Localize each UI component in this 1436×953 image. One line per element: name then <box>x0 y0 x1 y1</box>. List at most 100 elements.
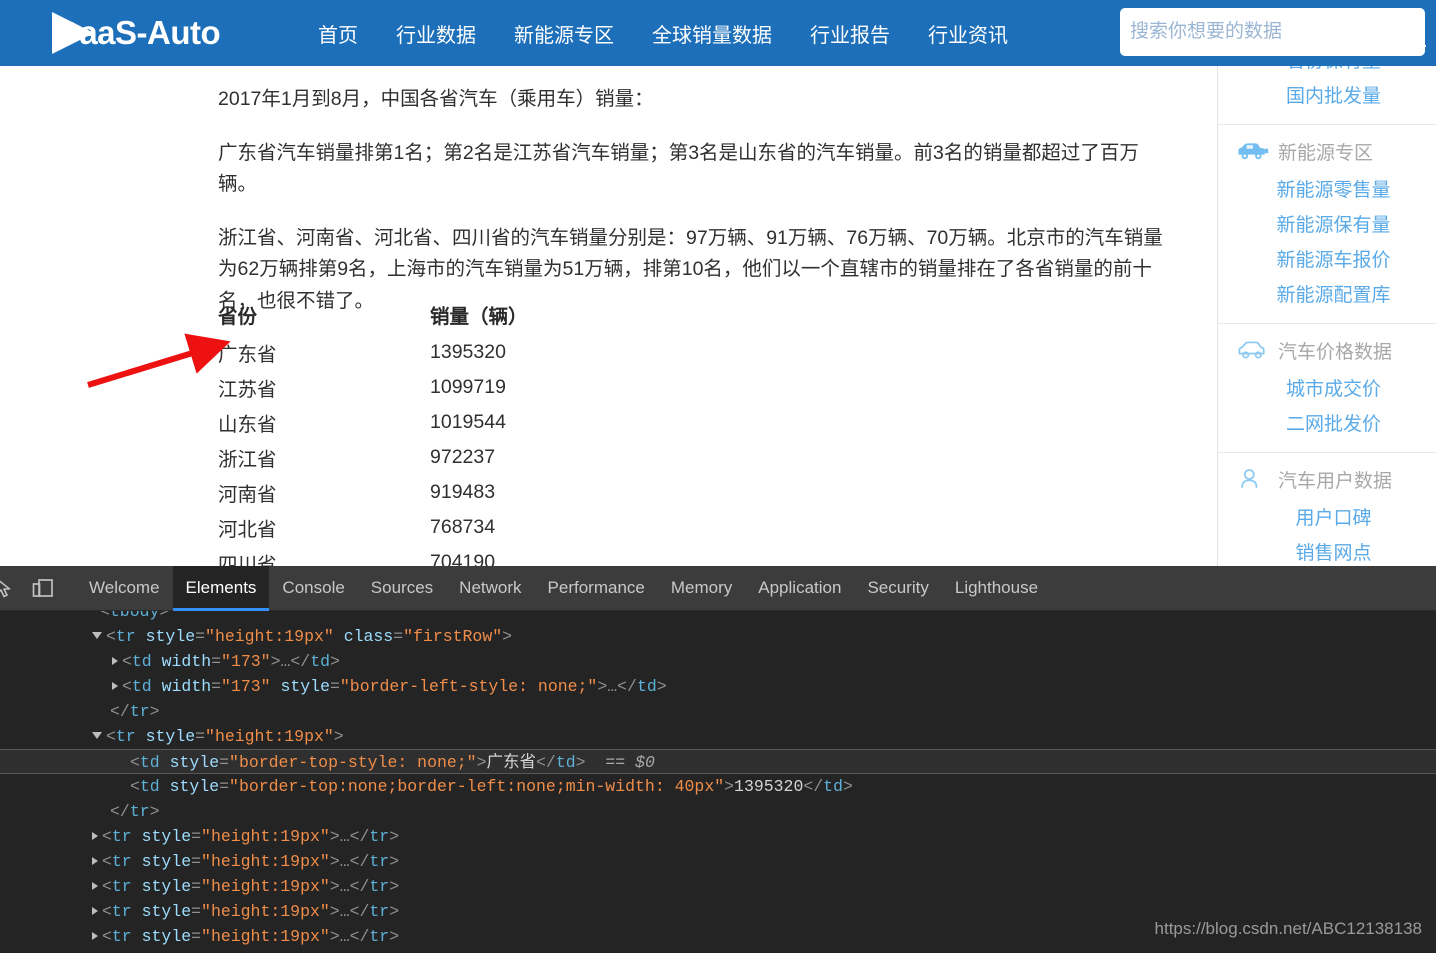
code-token-punct: > <box>329 927 340 946</box>
table-row[interactable]: 浙江省 972237 <box>218 440 638 475</box>
tab-sources[interactable]: Sources <box>358 566 446 611</box>
table-row[interactable]: 河南省 919483 <box>218 475 638 510</box>
nav-item-new-energy[interactable]: 新能源专区 <box>514 19 614 48</box>
code-token-punct: = <box>219 753 230 772</box>
nav-item-industry-data[interactable]: 行业数据 <box>396 19 476 48</box>
code-token-dollar: == $0 <box>585 753 655 772</box>
table-header-row: 省份 销量（辆） <box>218 298 638 335</box>
rail-head-title: 汽车用户数据 <box>1278 470 1393 492</box>
dom-node-line[interactable]: <tr style="height:19px">…</tr> <box>0 824 1436 849</box>
rail-head-new-energy: 新能源专区 <box>1218 125 1436 171</box>
cell-province: 河北省 <box>218 519 277 541</box>
dom-node-line[interactable]: <tr style="height:19px">…</tr> <box>0 949 1436 953</box>
code-token-ellipsis: … <box>339 902 350 921</box>
tab-performance[interactable]: Performance <box>535 566 658 611</box>
nav-item-global-sales[interactable]: 全球销量数据 <box>652 19 772 48</box>
rail-link-second-net-wholesale-price[interactable]: 二网批发价 <box>1246 405 1421 440</box>
rail-group-price-data: 汽车价格数据 城市成交价 二网批发价 <box>1218 324 1436 453</box>
rail-link-city-transaction-price[interactable]: 城市成交价 <box>1246 370 1421 405</box>
code-token-tag: tr <box>369 877 390 896</box>
expand-triangle-closed-icon[interactable] <box>92 882 98 890</box>
rail-link-new-energy-retail[interactable]: 新能源零售量 <box>1246 171 1421 206</box>
tab-elements[interactable]: Elements <box>172 565 270 611</box>
code-token-val: "height:19px" <box>205 727 334 746</box>
tab-security[interactable]: Security <box>854 566 941 611</box>
code-token-attr: style <box>141 927 192 946</box>
rail-link-domestic-wholesale[interactable]: 国内批发量 <box>1246 77 1421 112</box>
code-token-punct: = <box>211 652 222 671</box>
nav-item-industry-report[interactable]: 行业报告 <box>810 19 890 48</box>
table-row[interactable]: 河北省 768734 <box>218 510 638 545</box>
expand-triangle-closed-icon[interactable] <box>92 832 98 840</box>
code-token-tag: tr <box>129 802 150 821</box>
tab-network[interactable]: Network <box>446 566 534 611</box>
dom-node-selected[interactable]: <td style="border-top-style: none;">广东省<… <box>0 749 1436 774</box>
code-token-val: "height:19px" <box>201 852 330 871</box>
code-token-attr: style <box>169 777 220 796</box>
code-token-punct: < <box>122 677 132 696</box>
dom-node-line[interactable]: <tr style="height:19px">…</tr> <box>0 874 1436 899</box>
device-toolbar-icon[interactable] <box>28 573 58 603</box>
dom-node-line[interactable]: </tr> <box>0 799 1436 824</box>
code-token-punct: > <box>476 753 487 772</box>
table-row[interactable]: 江苏省 1099719 <box>218 370 638 405</box>
inspect-cursor-icon[interactable] <box>0 573 20 603</box>
table-row[interactable]: 广东省 1395320 <box>218 335 638 370</box>
expand-triangle-closed-icon[interactable] <box>92 907 98 915</box>
search-input[interactable] <box>1130 8 1380 56</box>
tab-lighthouse[interactable]: Lighthouse <box>942 566 1051 611</box>
code-token-tag: tbody <box>109 611 160 621</box>
code-token-tag: tr <box>369 827 390 846</box>
nav-item-home[interactable]: 首页 <box>318 19 358 48</box>
dom-node-line[interactable]: <tbody> <box>0 611 1436 624</box>
tab-welcome[interactable]: Welcome <box>76 566 173 611</box>
cell-sales: 1019544 <box>430 411 506 433</box>
rail-link-new-energy-holdings[interactable]: 新能源保有量 <box>1246 206 1421 241</box>
watermark-url: https://blog.csdn.net/ABC12138138 <box>1154 919 1422 938</box>
rail-link-province-holdings[interactable]: 省份保有量 <box>1246 66 1421 77</box>
dom-node-line[interactable]: <tr style="height:19px"> <box>0 724 1436 749</box>
code-token-tag: tr <box>369 902 390 921</box>
dom-node-line[interactable]: <td style="border-top:none;border-left:n… <box>0 774 1436 799</box>
code-token-val: "173" <box>221 652 271 671</box>
rail-link-sales-outlets[interactable]: 销售网点 <box>1246 534 1421 566</box>
code-token-punct: > <box>329 902 340 921</box>
code-token-punct: </ <box>349 827 370 846</box>
dom-node-line[interactable]: <td width="173" style="border-left-style… <box>0 674 1436 699</box>
rail-link-new-energy-price[interactable]: 新能源车报价 <box>1246 241 1421 276</box>
expand-triangle-closed-icon[interactable] <box>92 857 98 865</box>
car-outline-icon <box>1238 341 1265 359</box>
devtools-dom-tree[interactable]: <tbody> <tr style="height:19px" class="fi… <box>0 611 1436 953</box>
dom-node-line[interactable]: <tr style="height:19px">…</tr> <box>0 849 1436 874</box>
cell-sales: 1395320 <box>430 341 506 363</box>
code-token-punct: = <box>211 677 222 696</box>
code-token-ellipsis: … <box>339 852 350 871</box>
expand-triangle-closed-icon[interactable] <box>112 657 118 665</box>
dom-node-line[interactable]: </tr> <box>0 699 1436 724</box>
rail-link-user-reputation[interactable]: 用户口碑 <box>1246 499 1421 534</box>
search-icon[interactable] <box>1396 17 1428 49</box>
rail-link-new-energy-config[interactable]: 新能源配置库 <box>1246 276 1421 311</box>
tab-console[interactable]: Console <box>269 566 357 611</box>
main-nav: 首页 行业数据 新能源专区 全球销量数据 行业报告 行业资讯 <box>318 0 1008 66</box>
dom-node-line[interactable]: <tr style="height:19px" class="firstRow"… <box>0 624 1436 649</box>
table-row[interactable]: 山东省 1019544 <box>218 405 638 440</box>
code-token-ellipsis: … <box>339 827 350 846</box>
tab-application[interactable]: Application <box>745 566 854 611</box>
tab-memory[interactable]: Memory <box>658 566 745 611</box>
expand-triangle-closed-icon[interactable] <box>112 682 118 690</box>
expand-triangle-open-icon[interactable] <box>92 732 102 739</box>
expand-triangle-open-icon[interactable] <box>92 632 102 639</box>
expand-triangle-closed-icon[interactable] <box>92 932 98 940</box>
code-token-tag: td <box>139 777 160 796</box>
site-logo[interactable]: DaaS-Auto <box>46 10 236 56</box>
code-token-val: "height:19px" <box>201 902 330 921</box>
code-token-attr: class <box>343 627 394 646</box>
code-token-attr: style <box>141 852 192 871</box>
nav-item-industry-news[interactable]: 行业资讯 <box>928 19 1008 48</box>
dom-node-line[interactable]: <td width="173">…</td> <box>0 649 1436 674</box>
code-token-punct: > <box>329 877 340 896</box>
